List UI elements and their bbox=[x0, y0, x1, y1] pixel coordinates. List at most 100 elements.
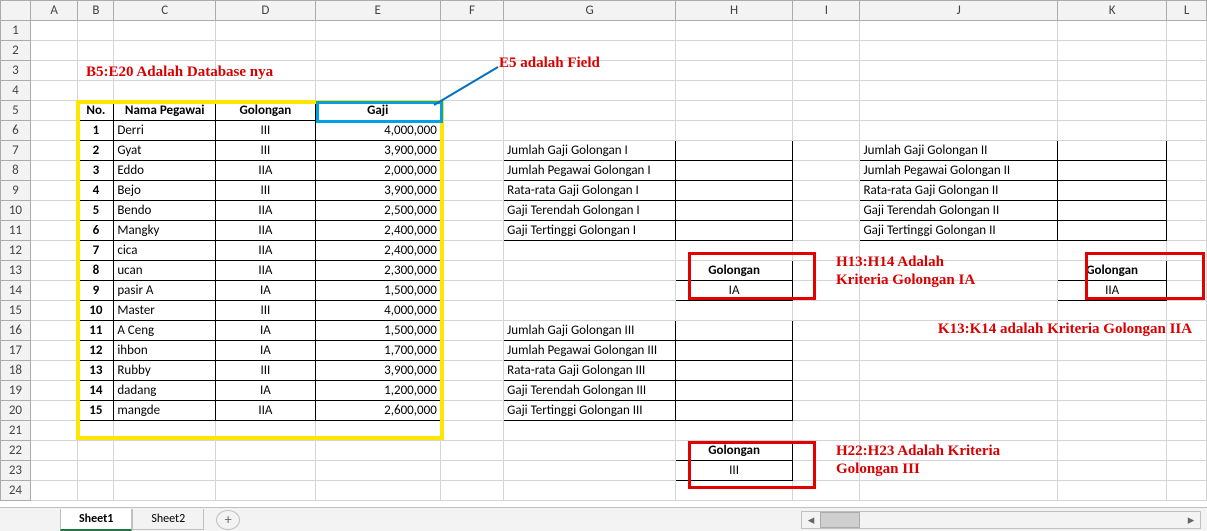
cell[interactable] bbox=[504, 101, 676, 121]
cell[interactable] bbox=[440, 161, 503, 181]
cell[interactable]: III bbox=[216, 141, 315, 161]
corner-cell[interactable] bbox=[1, 1, 31, 21]
cell[interactable] bbox=[675, 421, 792, 441]
cell[interactable] bbox=[793, 241, 860, 261]
cell[interactable] bbox=[793, 361, 860, 381]
cell[interactable] bbox=[860, 101, 1057, 121]
cell[interactable]: Golongan bbox=[675, 261, 792, 281]
cell[interactable]: 5 bbox=[78, 201, 114, 221]
cell[interactable] bbox=[30, 141, 78, 161]
cell[interactable] bbox=[30, 21, 78, 41]
cell[interactable] bbox=[1057, 201, 1166, 221]
cell[interactable]: 2,400,000 bbox=[315, 241, 440, 261]
cell[interactable] bbox=[114, 441, 216, 461]
cell[interactable] bbox=[216, 61, 315, 81]
cell[interactable]: IA bbox=[216, 281, 315, 301]
cell[interactable] bbox=[793, 441, 860, 461]
cell[interactable] bbox=[1057, 341, 1166, 361]
cell[interactable] bbox=[440, 361, 503, 381]
cell[interactable] bbox=[675, 181, 792, 201]
cell[interactable] bbox=[675, 301, 792, 321]
cell[interactable] bbox=[793, 301, 860, 321]
cell[interactable] bbox=[1167, 221, 1207, 241]
cell[interactable]: III bbox=[216, 361, 315, 381]
cell[interactable] bbox=[860, 361, 1057, 381]
cell[interactable]: ucan bbox=[114, 261, 216, 281]
cell[interactable] bbox=[504, 41, 676, 61]
cell[interactable] bbox=[1167, 261, 1207, 281]
cell[interactable] bbox=[793, 421, 860, 441]
cell[interactable] bbox=[78, 81, 114, 101]
cell[interactable] bbox=[30, 121, 78, 141]
cell[interactable]: 8 bbox=[78, 261, 114, 281]
row-24[interactable]: 24 bbox=[1, 481, 31, 501]
cell[interactable]: IIA bbox=[216, 201, 315, 221]
cell[interactable] bbox=[216, 461, 315, 481]
cell[interactable] bbox=[78, 21, 114, 41]
cell[interactable] bbox=[675, 141, 792, 161]
cell[interactable] bbox=[114, 421, 216, 441]
cell[interactable] bbox=[440, 441, 503, 461]
cell[interactable] bbox=[315, 61, 440, 81]
cell[interactable] bbox=[1167, 81, 1207, 101]
cell[interactable] bbox=[675, 401, 792, 421]
cell[interactable]: 7 bbox=[78, 241, 114, 261]
cell[interactable] bbox=[504, 261, 676, 281]
cell[interactable]: Gyat bbox=[114, 141, 216, 161]
cell[interactable] bbox=[860, 61, 1057, 81]
cell[interactable]: III bbox=[216, 301, 315, 321]
cell[interactable] bbox=[793, 161, 860, 181]
cell[interactable] bbox=[504, 281, 676, 301]
cell[interactable] bbox=[675, 481, 792, 501]
scroll-right-icon[interactable]: ▸ bbox=[1182, 513, 1200, 528]
row-10[interactable]: 10 bbox=[1, 201, 31, 221]
cell[interactable] bbox=[216, 421, 315, 441]
cell[interactable] bbox=[315, 41, 440, 61]
cell[interactable] bbox=[860, 341, 1057, 361]
cell[interactable] bbox=[793, 321, 860, 341]
cell[interactable] bbox=[216, 21, 315, 41]
cell[interactable] bbox=[440, 121, 503, 141]
cell[interactable]: 2,400,000 bbox=[315, 221, 440, 241]
row-1[interactable]: 1 bbox=[1, 21, 31, 41]
cell[interactable]: Derri bbox=[114, 121, 216, 141]
cell[interactable]: Master bbox=[114, 301, 216, 321]
cell[interactable] bbox=[675, 41, 792, 61]
cell[interactable]: Jumlah Gaji Golongan III bbox=[504, 321, 676, 341]
cell[interactable] bbox=[315, 481, 440, 501]
row-3[interactable]: 3 bbox=[1, 61, 31, 81]
cell[interactable]: 9 bbox=[78, 281, 114, 301]
cell[interactable]: Rata-rata Gaji Golongan II bbox=[860, 181, 1057, 201]
cell[interactable] bbox=[440, 341, 503, 361]
cell[interactable] bbox=[675, 61, 792, 81]
cell[interactable]: Gaji Tertinggi Golongan I bbox=[504, 221, 676, 241]
cell[interactable]: 1,700,000 bbox=[315, 341, 440, 361]
cell[interactable] bbox=[1057, 301, 1166, 321]
cell[interactable] bbox=[30, 161, 78, 181]
cell[interactable] bbox=[860, 121, 1057, 141]
cell[interactable] bbox=[216, 481, 315, 501]
cell[interactable] bbox=[1167, 241, 1207, 261]
col-J[interactable]: J bbox=[860, 1, 1057, 21]
cell[interactable] bbox=[1057, 381, 1166, 401]
cell[interactable] bbox=[440, 301, 503, 321]
row-20[interactable]: 20 bbox=[1, 401, 31, 421]
cell[interactable]: 15 bbox=[78, 401, 114, 421]
cell[interactable] bbox=[1167, 121, 1207, 141]
cell[interactable] bbox=[675, 161, 792, 181]
cell[interactable]: IIA bbox=[216, 221, 315, 241]
cell[interactable] bbox=[1057, 41, 1166, 61]
scroll-left-icon[interactable]: ◂ bbox=[802, 513, 820, 528]
cell[interactable] bbox=[793, 201, 860, 221]
cell[interactable] bbox=[78, 421, 114, 441]
cell[interactable] bbox=[1167, 441, 1207, 461]
cell[interactable] bbox=[793, 81, 860, 101]
cell[interactable] bbox=[30, 301, 78, 321]
cell[interactable]: IA bbox=[216, 381, 315, 401]
cell[interactable]: IIA bbox=[216, 241, 315, 261]
row-14[interactable]: 14 bbox=[1, 281, 31, 301]
cell[interactable] bbox=[793, 381, 860, 401]
cell[interactable]: ihbon bbox=[114, 341, 216, 361]
cell[interactable] bbox=[1057, 21, 1166, 41]
cell[interactable] bbox=[793, 261, 860, 281]
